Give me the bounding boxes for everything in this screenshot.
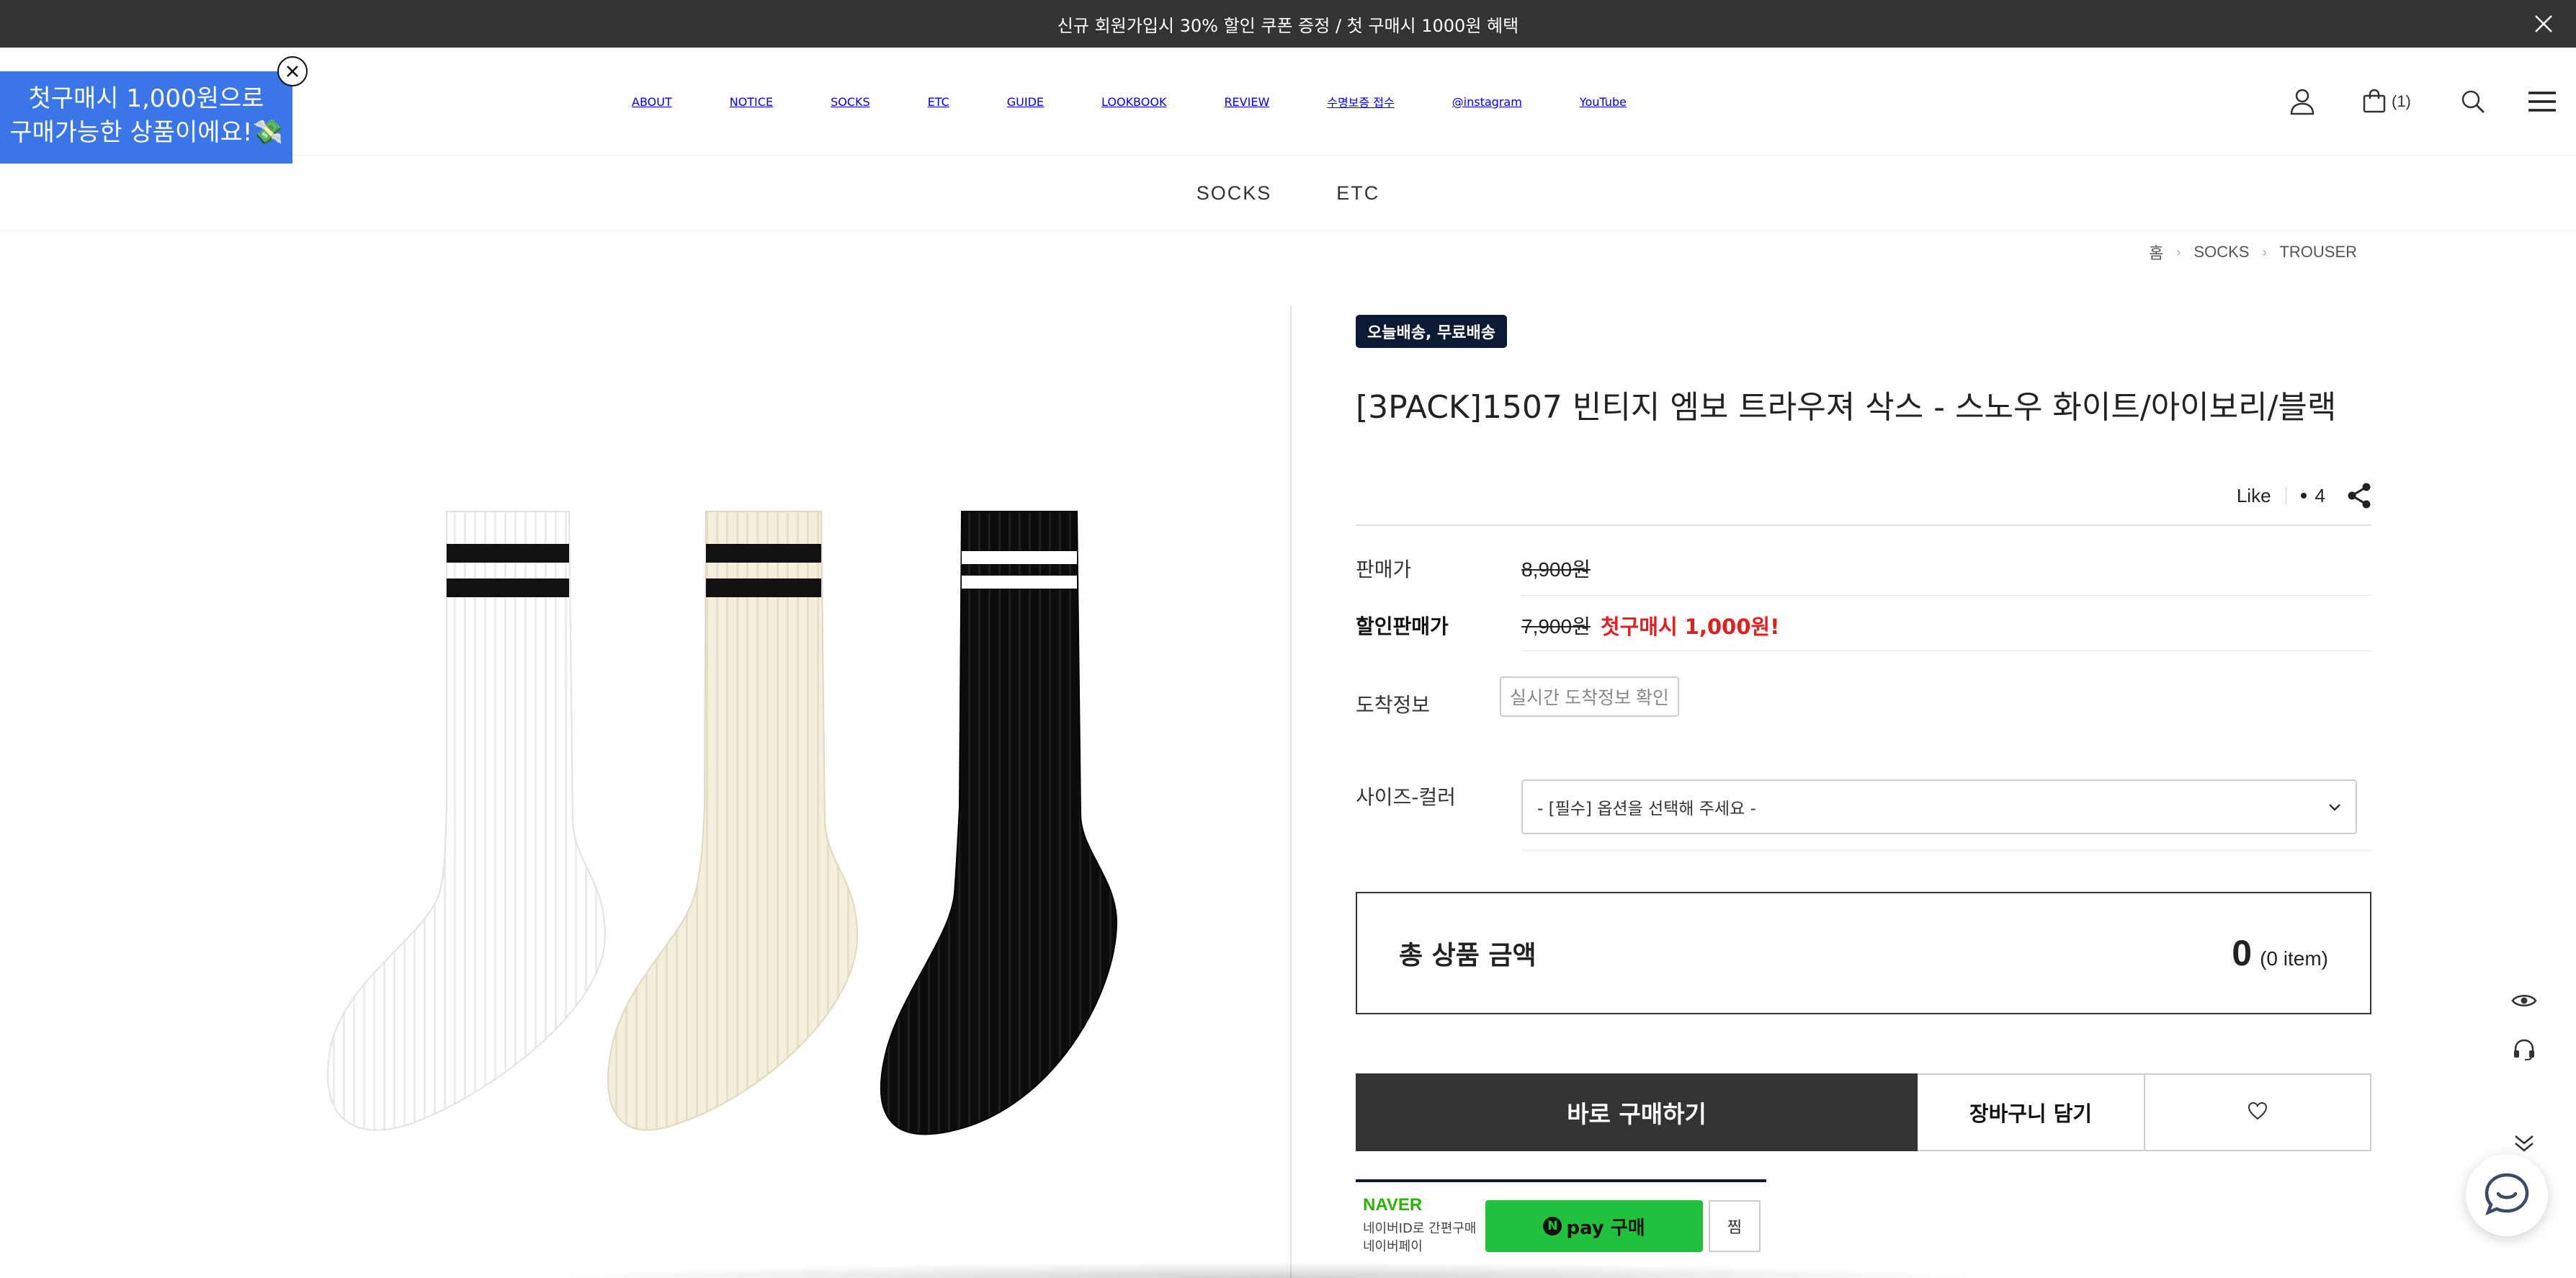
cart-count: (1) xyxy=(2392,92,2411,110)
total-label: 총 상품 금액 xyxy=(1399,941,1537,970)
total-box: 총 상품 금액 0 (0 item) xyxy=(1356,892,2371,1014)
naver-zzim-button[interactable]: 찜 xyxy=(1709,1200,1761,1252)
top-banner: 신규 회원가입시 30% 할인 쿠폰 증정 / 첫 구매시 1000원 혜택 xyxy=(0,0,2576,48)
sale-label: 할인판매가 xyxy=(1356,615,1449,638)
nav-item-review[interactable]: REVIEW xyxy=(1224,95,1269,109)
ivory-sock xyxy=(607,511,859,1131)
white-sock xyxy=(327,511,607,1131)
nav-item-youtube[interactable]: YouTube xyxy=(1580,95,1627,109)
promo-close-icon[interactable] xyxy=(277,56,308,86)
nav-item-etc[interactable]: ETC xyxy=(928,95,949,109)
arrival-info-button[interactable]: 실시간 도착정보 확인 xyxy=(1500,676,1679,717)
nav-item-about[interactable]: ABOUT xyxy=(632,95,672,109)
top-banner-text: 신규 회원가입시 30% 할인 쿠폰 증정 / 첫 구매시 1000원 혜택 xyxy=(1057,15,1519,36)
divider xyxy=(1356,524,2371,526)
breadcrumb-separator-icon: › xyxy=(2176,244,2181,259)
npay-button[interactable]: N pay 구매 xyxy=(1485,1200,1703,1252)
promo-popup[interactable]: 첫구매시 1,000원으로 구매가능한 상품이에요!💸 xyxy=(0,71,292,164)
product-info: 오늘배송, 무료배송 [3PACK]1507 빈티지 엠보 트라우져 삭스 - … xyxy=(1356,315,2371,1254)
product-title: [3PACK]1507 빈티지 엠보 트라우져 삭스 - 스노우 화이트/아이보… xyxy=(1356,389,2337,426)
row-divider xyxy=(1521,850,2371,851)
chat-button[interactable] xyxy=(2466,1154,2548,1236)
nav-item-lookbook[interactable]: LOOKBOOK xyxy=(1101,95,1166,109)
promo-line-1: 첫구매시 1,000원으로 xyxy=(28,84,264,113)
share-icon[interactable] xyxy=(2347,483,2371,509)
user-icon[interactable] xyxy=(2289,48,2315,156)
option-label: 사이즈-컬러 xyxy=(1356,785,1456,809)
breadcrumb: 홈 › SOCKS › TROUSER xyxy=(2149,241,2357,264)
cart-icon xyxy=(2361,89,2387,115)
arrival-label: 도착정보 xyxy=(1356,693,1431,717)
total-amount: 0 (0 item) xyxy=(2232,932,2328,974)
sale-note: 첫구매시 1,000원! xyxy=(1600,615,1780,639)
like-dot-icon xyxy=(2300,493,2307,499)
row-divider xyxy=(1521,595,2371,596)
promo-line-2: 구매가능한 상품이에요!💸 xyxy=(9,118,283,147)
like-row: Like 4 xyxy=(1356,478,2371,514)
total-items: (0 item) xyxy=(2260,947,2328,970)
delivery-badge: 오늘배송, 무료배송 xyxy=(1356,315,1507,348)
bottom-shadow xyxy=(547,1262,1988,1278)
option-select[interactable]: - [필수] 옵션을 선택해 주세요 - xyxy=(1521,779,2357,834)
nav-item-warranty[interactable]: 수명보증 접수 xyxy=(1327,93,1394,110)
breadcrumb-trouser[interactable]: TROUSER xyxy=(2279,243,2357,262)
chevron-down-icon xyxy=(2328,797,2341,816)
sub-nav: SOCKS ETC xyxy=(0,156,2576,231)
sale-row: 할인판매가 7,900원 첫구매시 1,000원! xyxy=(1356,610,2371,640)
header: ABOUT NOTICE SOCKS ETC GUIDE LOOKBOOK RE… xyxy=(0,48,2576,156)
eye-icon[interactable] xyxy=(2507,983,2541,1018)
naver-text-1: 네이버ID로 간편구매 xyxy=(1363,1221,1477,1236)
search-icon[interactable] xyxy=(2461,48,2485,156)
breadcrumb-home[interactable]: 홈 xyxy=(2149,241,2163,264)
naver-text-2: 네이버페이 xyxy=(1363,1239,1423,1254)
heart-icon xyxy=(2248,1102,2268,1123)
npay-n-icon: N xyxy=(1543,1217,1562,1235)
add-to-cart-button[interactable]: 장바구니 담기 xyxy=(1918,1073,2145,1151)
total-value: 0 xyxy=(2232,933,2252,973)
arrival-row: 도착정보 실시간 도착정보 확인 xyxy=(1356,675,2371,718)
headset-icon[interactable] xyxy=(2507,1032,2541,1067)
like-button[interactable]: Like xyxy=(2237,485,2271,507)
menu-icon[interactable] xyxy=(2527,48,2557,156)
naver-pay-box: NAVER 네이버ID로 간편구매 네이버페이 N pay 구매 찜 xyxy=(1356,1179,1766,1273)
like-count-wrap: 4 xyxy=(2300,484,2325,507)
nav-item-instagram[interactable]: @instagram xyxy=(1452,95,1522,109)
nav-item-notice[interactable]: NOTICE xyxy=(730,95,773,109)
purchase-buttons: 바로 구매하기 장바구니 담기 xyxy=(1356,1073,2371,1151)
breadcrumb-socks[interactable]: SOCKS xyxy=(2193,243,2249,262)
naver-logo: NAVER xyxy=(1363,1195,1423,1215)
price-value: 8,900원 xyxy=(1521,558,1591,581)
sale-price: 7,900원 xyxy=(1521,615,1591,638)
buy-now-button[interactable]: 바로 구매하기 xyxy=(1356,1073,1918,1151)
column-divider xyxy=(1290,305,1292,1278)
main-nav: ABOUT NOTICE SOCKS ETC GUIDE LOOKBOOK RE… xyxy=(632,48,1684,156)
close-icon[interactable] xyxy=(2528,9,2559,39)
breadcrumb-separator-icon: › xyxy=(2262,244,2267,259)
like-count: 4 xyxy=(2315,484,2325,506)
nav-item-guide[interactable]: GUIDE xyxy=(1007,95,1044,109)
product-image xyxy=(303,475,1153,1153)
subnav-item-socks[interactable]: SOCKS xyxy=(1197,182,1272,205)
cart-button[interactable]: (1) xyxy=(2361,48,2411,156)
price-row: 판매가 8,900원 xyxy=(1356,554,2371,583)
nav-item-socks[interactable]: SOCKS xyxy=(831,95,870,109)
black-sock xyxy=(880,511,1118,1135)
subnav-item-etc[interactable]: ETC xyxy=(1336,182,1379,205)
wishlist-button[interactable] xyxy=(2145,1073,2371,1151)
price-label: 판매가 xyxy=(1356,558,1412,581)
npay-label: pay 구매 xyxy=(1566,1217,1645,1239)
chat-icon xyxy=(2484,1172,2530,1218)
option-select-value: - [필수] 옵션을 선택해 주세요 - xyxy=(1537,800,1756,818)
